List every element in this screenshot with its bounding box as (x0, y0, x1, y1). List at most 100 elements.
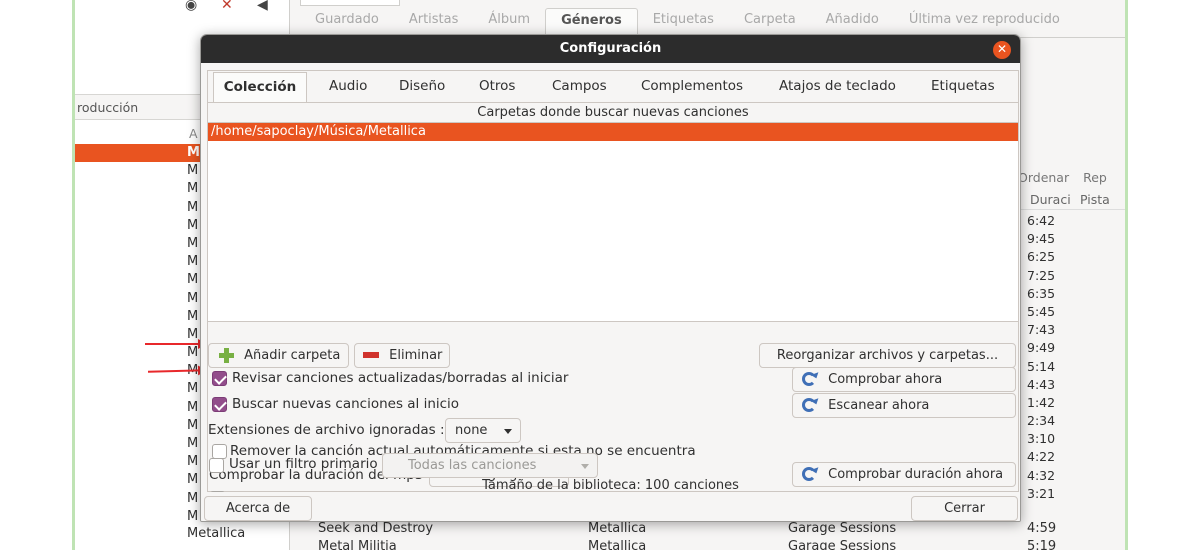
reorganize-button[interactable]: Reorganizar archivos y carpetas... (759, 343, 1016, 368)
tab-diseno[interactable]: Diseño (399, 71, 469, 102)
duration-cell: 4:43 (1027, 376, 1056, 392)
sidebar-header-label: roducción (77, 100, 139, 115)
dialog-titlebar[interactable]: Configuración ✕ (201, 35, 1020, 63)
close-icon[interactable]: ✕ (993, 41, 1011, 59)
folders-label: Carpetas donde buscar nuevas canciones (477, 105, 749, 120)
column-track[interactable]: Pista (1080, 192, 1110, 207)
tab-otros[interactable]: Otros (479, 71, 542, 102)
duration-cell: 6:35 (1027, 285, 1056, 301)
tab-etiquetas[interactable]: Etiquetas (638, 8, 729, 36)
row-album: Garage Sessions (788, 539, 897, 550)
settings-tabs: Colección Audio Diseño Otros Campos Comp… (207, 70, 1019, 103)
duration-cell: 1:42 (1027, 394, 1056, 410)
duration-cell: 2:34 (1027, 413, 1056, 429)
close-button[interactable]: Cerrar (911, 496, 1018, 521)
tab-anadido[interactable]: Añadido (811, 8, 894, 36)
row-title: Metal Militia (318, 539, 397, 550)
tab-complementos[interactable]: Complementos (641, 71, 766, 102)
dialog-title: Configuración (559, 41, 662, 56)
playlist-header: Ordenar Rep (1018, 170, 1107, 185)
about-button[interactable]: Acerca de (204, 496, 312, 521)
check-now-label: Comprobar ahora (828, 372, 943, 387)
remove-folder-button[interactable]: Eliminar (354, 343, 450, 368)
row-artist: Metallica (588, 521, 647, 536)
duration-cell: 7:43 (1027, 322, 1056, 338)
library-size-label: Tamaño de la biblioteca: 100 canciones (482, 478, 739, 493)
duration-column: 6:42 9:45 6:25 7:25 6:35 5:45 7:43 9:49 … (1027, 212, 1087, 503)
duration-cell: 9:49 (1027, 340, 1056, 356)
duration-cell: 3:21 (1027, 485, 1056, 501)
sort-menu[interactable]: Ordenar (1018, 170, 1069, 185)
remove-folder-label: Eliminar (389, 348, 443, 363)
collection-panel: Carpetas donde buscar nuevas canciones /… (207, 102, 1019, 506)
top-bar-stub (300, 0, 400, 6)
volume-icon[interactable]: ◀ (257, 0, 279, 14)
add-folder-label: Añadir carpeta (244, 348, 341, 363)
primary-filter-select: Todas las canciones (382, 453, 598, 478)
page-margin-left (0, 0, 72, 550)
check-updated-checkbox[interactable] (212, 371, 227, 386)
primary-filter-value: Todas las canciones (408, 458, 537, 473)
row-duration: 5:19 (1027, 539, 1057, 550)
row-title: Seek and Destroy (318, 521, 434, 536)
remove-current-checkbox[interactable] (212, 444, 227, 459)
playlist-column-headers: Duraci Pista (1015, 190, 1125, 210)
tab-audio[interactable]: Audio (329, 71, 389, 102)
tab-coleccion[interactable]: Colección (213, 72, 307, 103)
tab-etiquetas[interactable]: Etiquetas (931, 71, 1001, 102)
column-duration[interactable]: Duraci (1030, 192, 1071, 207)
check-new-checkbox[interactable] (212, 397, 227, 412)
list-item[interactable]: Metallica (187, 526, 245, 541)
chevron-down-icon (581, 464, 589, 469)
disc-icon[interactable]: ◉ (185, 0, 207, 14)
annotation-arrow (145, 339, 207, 349)
library-tabs: Guardado Artistas Álbum Géneros Etiqueta… (300, 8, 1075, 36)
repeat-menu[interactable]: Rep (1083, 170, 1107, 185)
tab-artistas[interactable]: Artistas (394, 8, 474, 36)
duration-cell: 5:45 (1027, 303, 1056, 319)
duration-cell: 3:10 (1027, 431, 1056, 447)
tools-icon[interactable]: ✕ (221, 0, 243, 14)
duration-cell: 7:25 (1027, 267, 1056, 283)
ignored-ext-select[interactable]: none (445, 418, 521, 443)
table-row[interactable]: Seek and Destroy Metallica Garage Sessio… (290, 520, 1125, 538)
tab-generos[interactable]: Géneros (545, 8, 638, 36)
sidebar-column-header: A (189, 126, 198, 141)
duration-cell: 6:25 (1027, 249, 1056, 265)
tab-atajos[interactable]: Atajos de teclado (779, 71, 919, 102)
plus-icon (218, 347, 234, 363)
minus-icon (363, 351, 379, 358)
settings-dialog: Configuración ✕ Colección Audio Diseño O… (200, 34, 1021, 522)
page-margin-right (1128, 0, 1200, 550)
ignored-ext-value: none (455, 423, 488, 438)
dialog-footer: Acerca de Cerrar (201, 492, 1020, 521)
refresh-icon (802, 371, 816, 386)
tab-campos[interactable]: Campos (552, 71, 630, 102)
duration-cell: 6:42 (1027, 213, 1056, 228)
add-folder-button[interactable]: Añadir carpeta (208, 343, 349, 368)
scan-now-label: Escanear ahora (828, 398, 930, 413)
tab-album[interactable]: Álbum (473, 8, 545, 36)
chevron-down-icon (504, 429, 512, 434)
primary-filter-checkbox-box[interactable] (209, 458, 224, 473)
tab-ultima-vez[interactable]: Última vez reproducido (894, 8, 1075, 36)
duration-cell: 9:45 (1027, 231, 1056, 247)
row-duration: 4:59 (1027, 521, 1057, 536)
toolbar-icons: ◉ ✕ ◀ (185, 0, 279, 14)
check-now-button[interactable]: Comprobar ahora (792, 367, 1016, 392)
tab-carpeta[interactable]: Carpeta (729, 8, 811, 36)
playlist-rows: Seek and Destroy Metallica Garage Sessio… (290, 520, 1125, 550)
ignored-ext-label: Extensiones de archivo ignoradas : (208, 422, 445, 438)
tab-guardado[interactable]: Guardado (300, 8, 394, 36)
table-row[interactable]: Metal Militia Metallica Garage Sessions … (290, 538, 1125, 550)
row-album: Garage Sessions (788, 521, 897, 536)
refresh-icon (802, 397, 816, 412)
row-artist: Metallica (588, 539, 647, 550)
duration-cell: 4:32 (1027, 467, 1056, 483)
list-item[interactable]: /home/sapoclay/Música/Metallica (208, 123, 1018, 141)
check-updated-label: Revisar canciones actualizadas/borradas … (232, 370, 569, 386)
check-new-label: Buscar nuevas canciones al inicio (232, 396, 460, 412)
primary-filter-label: Usar un filtro primario (229, 456, 378, 472)
scan-now-button[interactable]: Escanear ahora (792, 393, 1016, 418)
folder-list[interactable]: /home/sapoclay/Música/Metallica (208, 122, 1018, 322)
